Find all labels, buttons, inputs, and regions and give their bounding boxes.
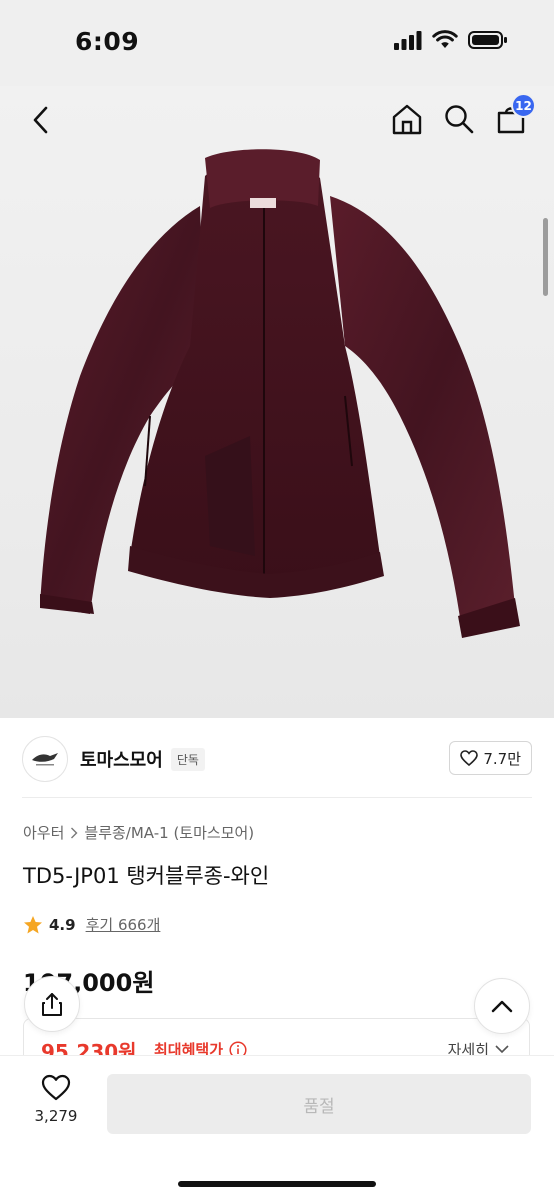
soldout-button[interactable]: 품절 xyxy=(107,1074,531,1134)
cart-badge: 12 xyxy=(511,93,536,118)
review-link[interactable]: 후기 666개 xyxy=(86,914,161,935)
scroll-indicator xyxy=(543,218,548,296)
search-button[interactable] xyxy=(442,100,476,138)
back-button[interactable] xyxy=(22,100,58,140)
product-image-area xyxy=(0,86,554,718)
wishlist-button[interactable]: 3,279 xyxy=(28,1074,84,1125)
battery-icon xyxy=(468,31,507,49)
brand-like-button[interactable]: 7.7만 xyxy=(449,741,532,775)
search-icon xyxy=(445,105,474,134)
back-icon xyxy=(33,106,48,134)
seller-name: 토마스모어 xyxy=(80,750,163,771)
heart-icon xyxy=(460,750,479,766)
breadcrumb-subcategory[interactable]: 블루종/MA-1 (토마스모어) xyxy=(84,822,254,843)
chevron-right-icon xyxy=(71,827,78,838)
product-image xyxy=(40,149,520,638)
brand-like-count: 7.7만 xyxy=(483,749,521,768)
seller-row[interactable]: 토마스모어 단독 7.7만 xyxy=(22,735,532,783)
seller-logo-icon xyxy=(32,753,58,766)
wifi-icon xyxy=(432,30,458,48)
signal-icon xyxy=(394,31,422,50)
seller-logo xyxy=(22,736,68,782)
exclusive-tag: 단독 xyxy=(170,747,205,771)
chevron-up-icon xyxy=(491,1000,513,1013)
scroll-top-button[interactable] xyxy=(474,978,530,1034)
wish-count: 3,279 xyxy=(34,1107,78,1125)
home-indicator xyxy=(178,1181,376,1187)
nav-actions: 12 xyxy=(390,93,536,138)
home-button[interactable] xyxy=(390,100,424,138)
cart-button[interactable]: 12 xyxy=(494,93,536,138)
status-time: 6:09 xyxy=(75,27,140,56)
product-title: TD5-JP01 탱커블루종-와인 xyxy=(23,864,270,888)
heart-icon xyxy=(41,1074,71,1101)
bottom-action-bar: 3,279 품절 xyxy=(0,1056,554,1200)
home-icon xyxy=(392,104,422,135)
status-bar: 6:09 xyxy=(0,0,554,86)
breadcrumb: 아우터 블루종/MA-1 (토마스모어) xyxy=(23,822,254,843)
divider xyxy=(22,797,532,798)
star-icon xyxy=(24,915,42,933)
share-button[interactable] xyxy=(24,976,80,1032)
chevron-down-icon xyxy=(495,1045,509,1054)
breadcrumb-category[interactable]: 아우터 xyxy=(23,822,64,843)
rating-row: 4.9 후기 666개 xyxy=(23,914,160,935)
status-icons xyxy=(394,30,508,50)
share-icon xyxy=(42,993,62,1016)
rating-score: 4.9 xyxy=(49,915,76,934)
